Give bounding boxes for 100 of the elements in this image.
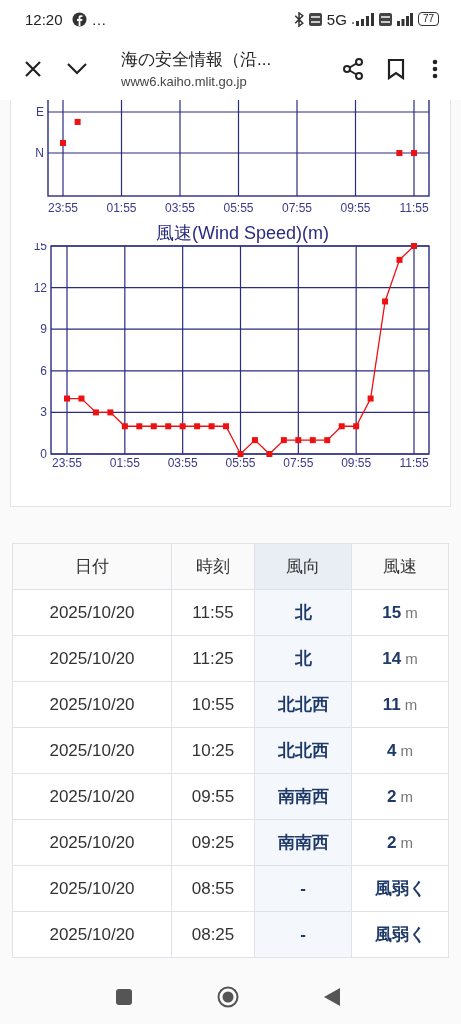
volte-icon bbox=[378, 12, 392, 26]
data-point bbox=[165, 423, 172, 430]
home-icon[interactable] bbox=[216, 986, 239, 1008]
axis-label: E bbox=[36, 105, 44, 119]
table-cell: - bbox=[254, 865, 352, 912]
axis-label: 6 bbox=[40, 363, 47, 378]
data-point bbox=[411, 243, 417, 249]
share-icon[interactable] bbox=[341, 57, 365, 81]
table-cell: 2025/10/20 bbox=[12, 773, 172, 820]
table-cell: 2025/10/20 bbox=[12, 911, 172, 958]
data-point bbox=[396, 256, 403, 263]
table-cell: 2 m bbox=[351, 773, 449, 820]
table-cell: 08:55 bbox=[171, 865, 255, 912]
data-point bbox=[92, 409, 99, 416]
table-cell: 南南西 bbox=[254, 819, 352, 866]
table-cell: 4 m bbox=[351, 727, 449, 774]
data-point bbox=[324, 437, 331, 444]
table-cell: 南南西 bbox=[254, 773, 352, 820]
table-cell: 14 m bbox=[351, 635, 449, 682]
chevron-down-icon[interactable] bbox=[66, 62, 88, 76]
data-point bbox=[396, 150, 403, 157]
network-type: 5G bbox=[326, 10, 347, 28]
clock: 12:20 bbox=[25, 10, 63, 28]
volte-icon bbox=[308, 12, 322, 26]
table-cell: 09:25 bbox=[171, 819, 255, 866]
table-cell: 風弱く bbox=[351, 865, 449, 912]
axis-label: 12 bbox=[33, 280, 47, 295]
axis-label: 09:55 bbox=[341, 456, 372, 470]
column-header: 風速 bbox=[351, 543, 449, 590]
table-cell: 北 bbox=[254, 635, 352, 682]
data-point bbox=[78, 395, 85, 402]
table-cell: 2025/10/20 bbox=[12, 819, 172, 866]
data-point bbox=[237, 451, 244, 457]
data-point bbox=[74, 118, 81, 125]
data-point bbox=[179, 423, 186, 430]
axis-label: 11:55 bbox=[399, 456, 429, 470]
axis-label: 0 bbox=[40, 447, 47, 461]
table-cell: 10:25 bbox=[171, 727, 255, 774]
table-cell: 北北西 bbox=[254, 681, 352, 728]
axis-label: 05:55 bbox=[223, 201, 254, 215]
data-point bbox=[107, 409, 114, 416]
axis-label: 01:55 bbox=[106, 201, 137, 215]
table-cell: 11:55 bbox=[171, 589, 255, 636]
data-point bbox=[223, 423, 230, 430]
table-cell: 2025/10/20 bbox=[12, 589, 172, 636]
facebook-icon bbox=[71, 11, 87, 27]
data-point bbox=[136, 423, 143, 430]
table-cell: 北北西 bbox=[254, 727, 352, 774]
data-point bbox=[309, 437, 316, 444]
axis-label: N bbox=[35, 146, 44, 160]
table-cell: 2025/10/20 bbox=[12, 865, 172, 912]
table-cell: 09:55 bbox=[171, 773, 255, 820]
column-header: 日付 bbox=[12, 543, 172, 590]
axis-label: 03:55 bbox=[167, 456, 198, 470]
data-point bbox=[411, 150, 417, 157]
data-point bbox=[121, 423, 128, 430]
page-url: www6.kaiho.mlit.go.jp bbox=[121, 74, 248, 89]
table-cell: 風弱く bbox=[351, 911, 449, 958]
signal-icon bbox=[351, 12, 374, 26]
battery-indicator: 77 bbox=[417, 12, 439, 26]
table-cell: 北 bbox=[254, 589, 352, 636]
table-cell: 2025/10/20 bbox=[12, 681, 172, 728]
table-cell: 2 m bbox=[351, 819, 449, 866]
data-point bbox=[60, 139, 66, 146]
recent-apps-icon[interactable] bbox=[115, 989, 132, 1005]
axis-label: 3 bbox=[40, 405, 47, 420]
table-cell: 11 m bbox=[351, 681, 449, 728]
bluetooth-icon bbox=[293, 11, 304, 27]
signal-icon bbox=[396, 12, 413, 26]
axis-label: 07:55 bbox=[282, 201, 312, 215]
column-header: 風向 bbox=[254, 543, 352, 590]
data-point bbox=[150, 423, 157, 430]
data-point bbox=[367, 395, 374, 402]
more-options-icon[interactable] bbox=[432, 59, 438, 79]
axis-label: 07:55 bbox=[283, 456, 314, 470]
axis-label: 9 bbox=[40, 322, 47, 337]
data-point bbox=[353, 423, 360, 430]
data-point bbox=[280, 437, 287, 444]
close-icon[interactable] bbox=[23, 59, 43, 79]
axis-label: 09:55 bbox=[340, 201, 371, 215]
axis-label: 11:55 bbox=[399, 201, 429, 215]
more-notifications: … bbox=[91, 10, 107, 28]
data-point bbox=[266, 451, 273, 457]
axis-label: 23:55 bbox=[52, 456, 82, 470]
table-cell: - bbox=[254, 911, 352, 958]
axis-label: 03:55 bbox=[165, 201, 195, 215]
data-point bbox=[382, 298, 389, 305]
data-point bbox=[64, 395, 70, 402]
table-cell: 2025/10/20 bbox=[12, 635, 172, 682]
data-point bbox=[295, 437, 302, 444]
back-icon[interactable] bbox=[323, 988, 340, 1006]
page-title: 海の安全情報（沿... bbox=[121, 49, 273, 71]
data-point bbox=[338, 423, 345, 430]
chart-title: 風速(Wind Speed)(m) bbox=[155, 223, 330, 243]
table-cell: 2025/10/20 bbox=[12, 727, 172, 774]
table-cell: 08:25 bbox=[171, 911, 255, 958]
axis-label: 05:55 bbox=[225, 456, 256, 470]
bookmark-icon[interactable] bbox=[387, 58, 405, 80]
table-cell: 15 m bbox=[351, 589, 449, 636]
table-cell: 11:25 bbox=[171, 635, 255, 682]
